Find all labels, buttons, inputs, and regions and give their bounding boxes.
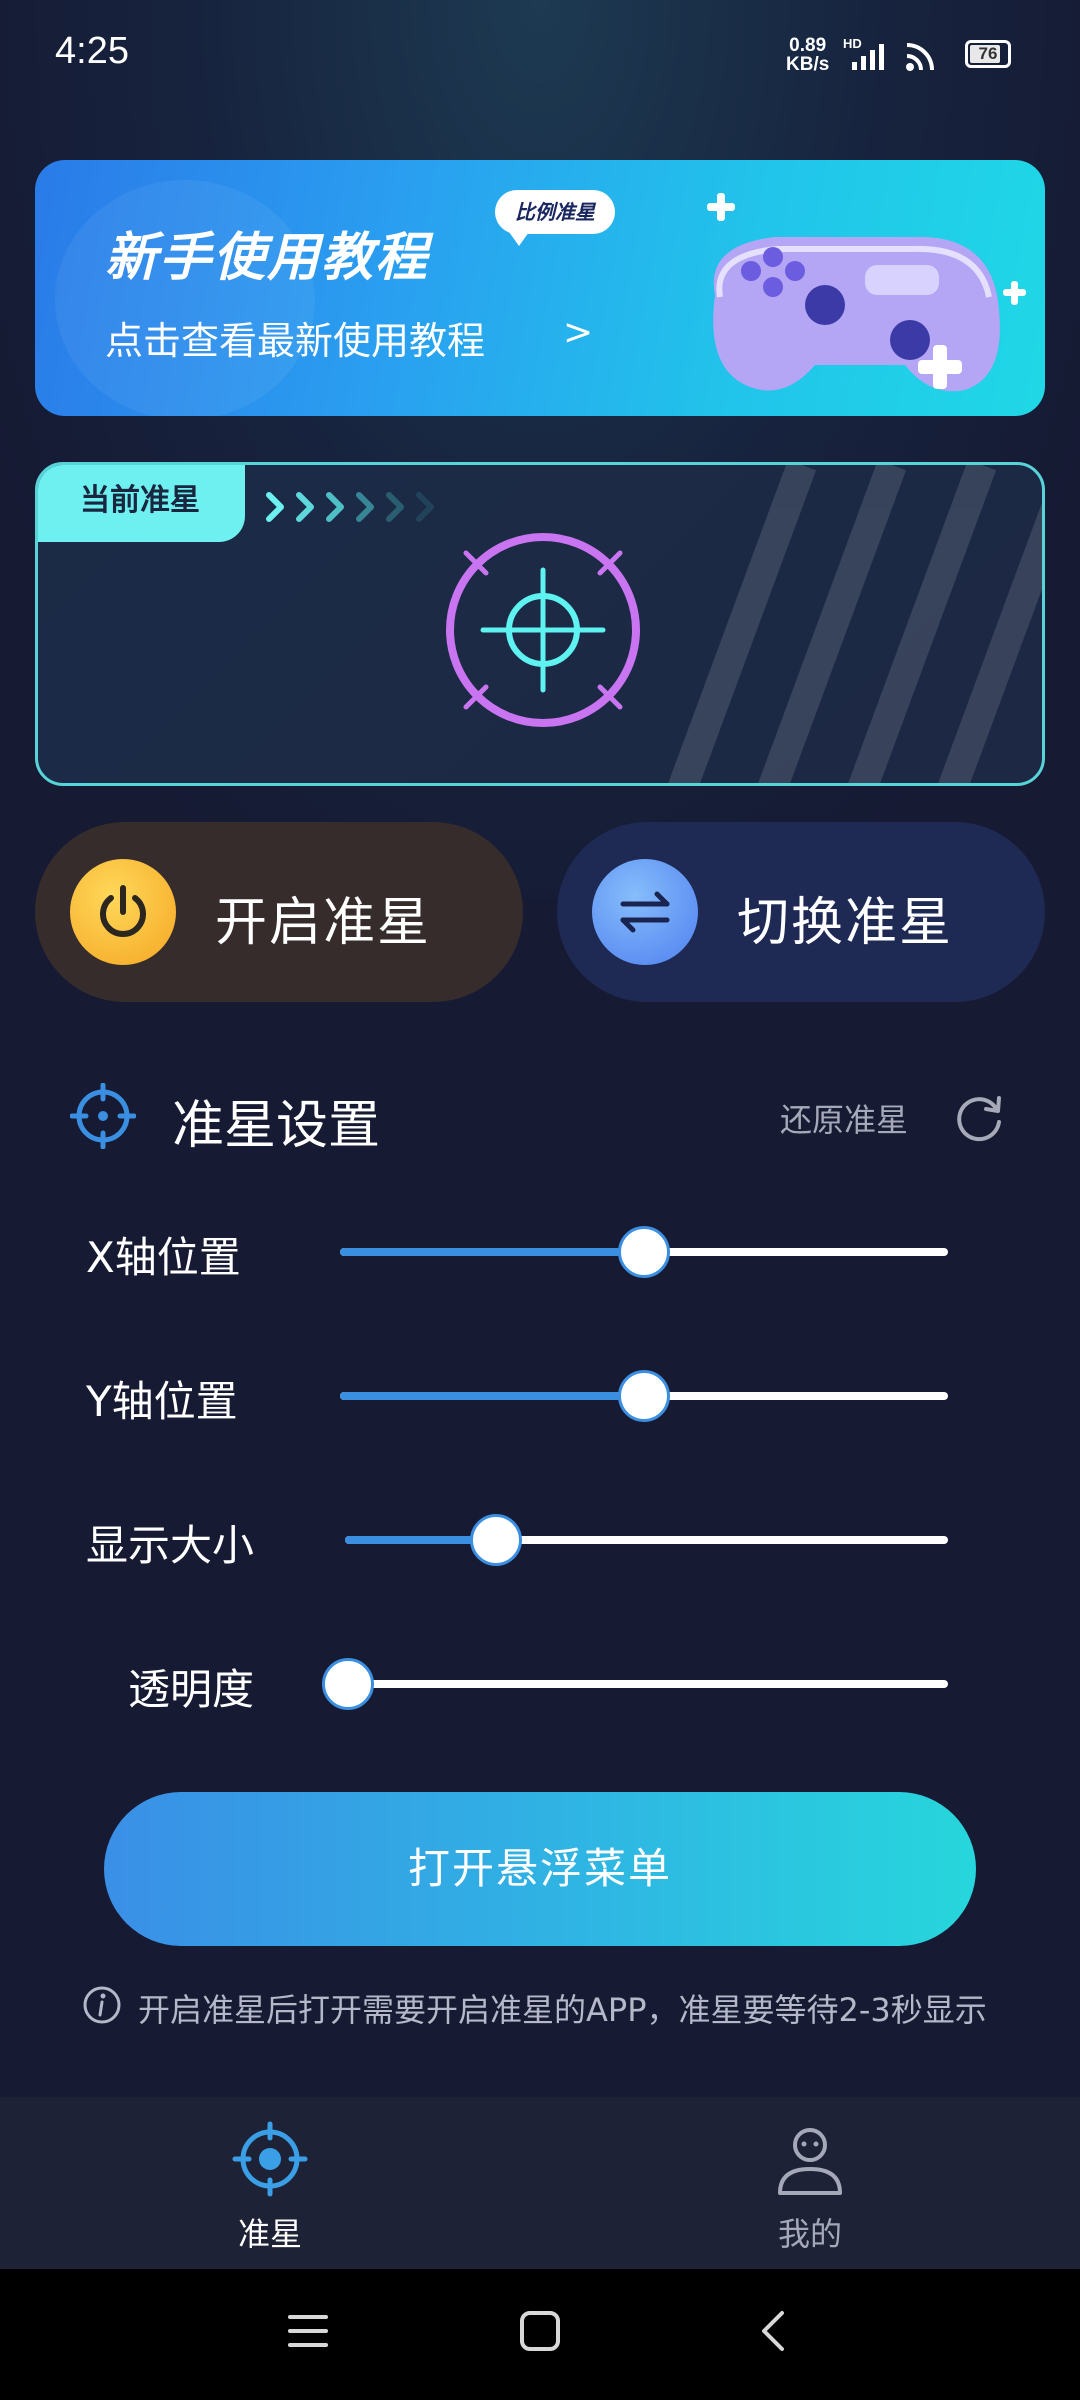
open-floating-menu-button[interactable]: 打开悬浮菜单	[104, 1792, 976, 1946]
display-size-label: 显示大小	[86, 1521, 255, 1570]
person-icon	[778, 2128, 842, 2195]
y-position-thumb[interactable]	[618, 1370, 670, 1422]
open-crosshair-button[interactable]: 开启准星	[35, 822, 523, 1002]
system-navigation-bar	[0, 2269, 1080, 2400]
switch-crosshair-label: 切换准星	[737, 893, 954, 953]
y-position-label: Y轴位置	[86, 1377, 238, 1426]
swap-icon	[620, 891, 670, 933]
banner-title: 新手使用教程	[105, 228, 430, 288]
crosshair-preview-icon	[446, 533, 640, 727]
bottom-navigation: 准星 我的	[0, 2097, 1080, 2269]
current-crosshair-tab: 当前准星	[38, 465, 245, 542]
nav-label-crosshair: 准星	[237, 2215, 302, 2253]
status-bar: 4:25 0.89 KB/s HD 76	[0, 0, 1080, 110]
display-size-thumb[interactable]	[469, 1514, 522, 1566]
banner-badge: 比例准星	[495, 190, 615, 246]
cast-icon	[906, 43, 934, 71]
banner-subtitle: 点击查看最新使用教程	[105, 319, 486, 363]
gamepad-icon	[707, 193, 1026, 392]
x-position-slider[interactable]	[340, 1226, 948, 1278]
nav-tab-crosshair[interactable]: 准星	[0, 2097, 540, 2269]
decorative-stripes	[668, 465, 1042, 783]
tutorial-banner[interactable]: 新手使用教程 比例准星 点击查看最新使用教程 >	[35, 160, 1045, 416]
power-button-circle	[70, 859, 176, 965]
tip-text: 开启准星后打开需要开启准星的APP，准星要等待2-3秒显示	[138, 1991, 987, 2029]
info-icon	[83, 1986, 121, 2024]
x-position-fill	[340, 1248, 644, 1256]
x-position-label: X轴位置	[86, 1233, 241, 1282]
opacity-slider[interactable]	[322, 1658, 948, 1710]
crosshair-icon	[232, 2121, 308, 2197]
status-time: 4:25	[55, 30, 129, 72]
menu-icon[interactable]	[286, 2309, 330, 2353]
back-icon[interactable]	[752, 2309, 796, 2353]
refresh-icon[interactable]	[955, 1090, 1007, 1142]
opacity-thumb[interactable]	[322, 1658, 374, 1710]
battery-level: 76	[978, 44, 998, 63]
home-icon[interactable]	[518, 2309, 562, 2353]
display-size-slider[interactable]	[345, 1514, 948, 1566]
reset-crosshair-button[interactable]: 还原准星	[780, 1095, 908, 1141]
settings-title: 准星设置	[172, 1096, 381, 1156]
nav-label-mine: 我的	[777, 2215, 842, 2253]
crosshair-settings-icon	[70, 1083, 136, 1149]
y-position-fill	[340, 1392, 644, 1400]
chevron-arrows-icon	[266, 492, 434, 522]
network-speed-value: 0.89	[789, 35, 827, 56]
crosshair-preview-card: 当前准星	[35, 462, 1045, 786]
switch-crosshair-button[interactable]: 切换准星	[557, 822, 1045, 1002]
nav-tab-mine[interactable]: 我的	[540, 2097, 1080, 2269]
battery-icon: 76	[965, 40, 1011, 68]
opacity-label: 透明度	[128, 1665, 255, 1714]
open-crosshair-label: 开启准星	[215, 893, 432, 953]
y-position-slider[interactable]	[340, 1370, 948, 1422]
chevron-right-icon: >	[563, 312, 594, 353]
network-speed: 0.89 KB/s	[786, 36, 829, 74]
network-speed-unit: KB/s	[786, 54, 830, 75]
x-position-thumb[interactable]	[618, 1226, 670, 1278]
switch-button-circle	[592, 859, 698, 965]
signal-icon	[852, 44, 884, 70]
power-icon	[100, 885, 146, 937]
